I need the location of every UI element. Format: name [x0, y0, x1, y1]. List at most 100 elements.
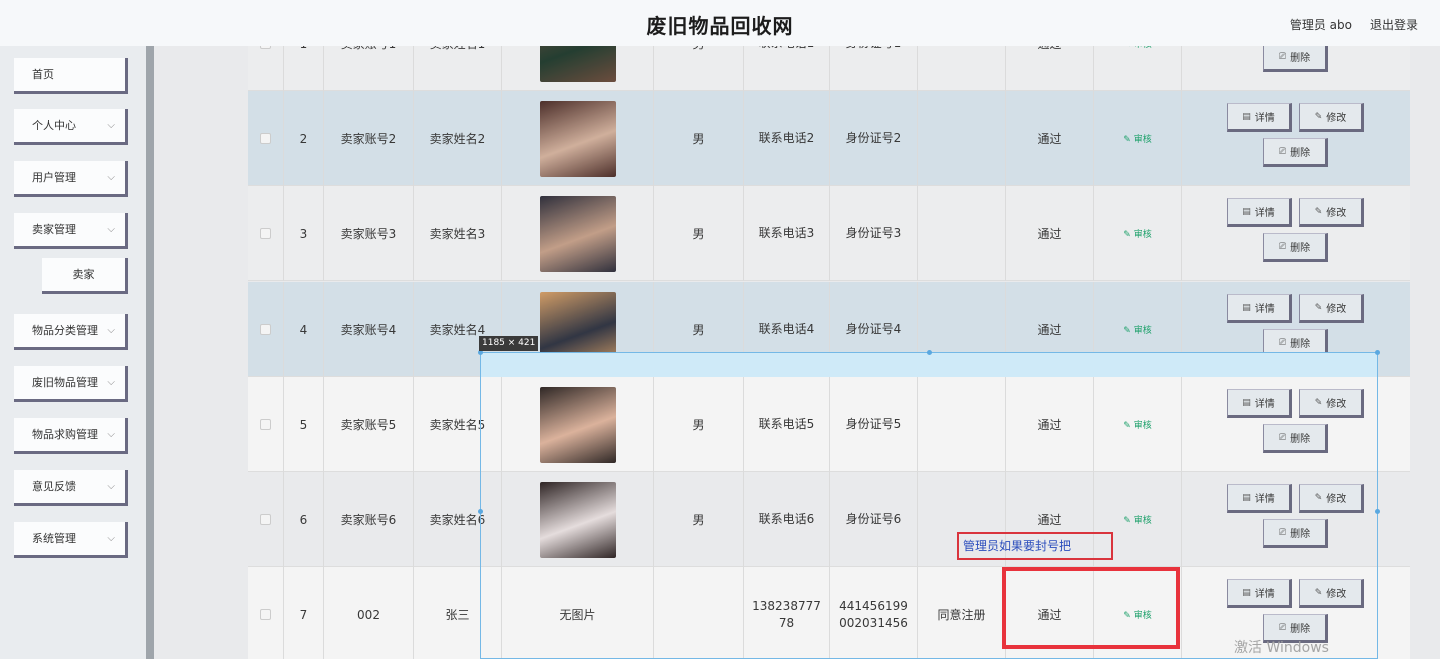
gender-cell [654, 567, 744, 659]
idcard-cell: 身份证号6 [830, 472, 918, 567]
detail-button[interactable]: ▤详情 [1227, 484, 1292, 513]
edit-button[interactable]: ✎修改 [1299, 294, 1364, 323]
document-icon: ▤ [1242, 302, 1251, 313]
sidebar-item-label: 物品求购管理 [32, 428, 98, 441]
row-checkbox[interactable] [260, 133, 271, 144]
account-cell: 卖家账号6 [324, 472, 414, 567]
phone-value: 联系电话5 [758, 417, 815, 431]
gender-cell: 男 [654, 186, 744, 281]
row-checkbox[interactable] [260, 324, 271, 335]
index-cell: 6 [284, 472, 324, 567]
audit-cell: ✎ 审核 [1094, 91, 1182, 186]
sidebar-item-label: 系统管理 [32, 532, 76, 545]
edit-icon: ✎ [1123, 326, 1134, 336]
sidebar-item[interactable]: 系统管理 ⌵ [14, 522, 128, 558]
phone-value: 联系电话4 [758, 322, 815, 336]
audit-link[interactable]: ✎ 审核 [1123, 418, 1151, 431]
row-checkbox[interactable] [260, 514, 271, 525]
actions-cell: ▤详情✎修改⎚删除 [1182, 472, 1410, 567]
row-checkbox-cell [248, 91, 284, 186]
edit-button[interactable]: ✎修改 [1299, 198, 1364, 227]
row-checkbox[interactable] [260, 419, 271, 430]
chevron-down-icon: ⌵ [107, 224, 115, 235]
table-row: 4 卖家账号4 卖家姓名4 男联系电话4 身份证号4 通过 ✎ 审核 ▤ 详情 ✎ 修改 ⎚ 删除 [248, 282, 1410, 377]
name-value: 卖家姓名5 [429, 418, 486, 432]
audit-cell: ✎ 审核 [1094, 282, 1182, 377]
pencil-icon: ✎ [1314, 492, 1323, 503]
delete-button[interactable]: ⎚ 删除 [1263, 329, 1328, 358]
audit-cell: ✎ 审核 [1094, 567, 1182, 659]
document-icon: ▤ [1242, 397, 1251, 408]
status-value: 通过 [1037, 227, 1062, 241]
delete-button[interactable]: ⎚ 删除 [1263, 43, 1328, 72]
row-checkbox[interactable] [260, 228, 271, 239]
sidebar-scrollbar[interactable] [146, 46, 154, 659]
actions-cell: ▤详情✎修改 ⎚删除 [1182, 91, 1410, 186]
sidebar-item[interactable]: 个人中心 ⌵ [14, 109, 128, 145]
inspector-size-label: 1185 × 421 [479, 336, 539, 351]
status-value: 通过 [1037, 323, 1062, 337]
phone-value: 联系电话6 [758, 512, 815, 526]
row-checkbox[interactable] [260, 609, 271, 620]
delete-button[interactable]: ⎚ 删除 [1263, 138, 1328, 167]
audit-link[interactable]: ✎ 审核 [1123, 132, 1151, 145]
seller-table: 1卖家账号1卖家姓名1男联系电话1身份证号1通过✎ 审核▤详情✎修改⎚删除2卖家… [248, 0, 1410, 659]
account-value: 卖家账号2 [340, 132, 397, 146]
status-value: 通过 [1037, 132, 1062, 146]
trash-icon: ⎚ [1278, 432, 1287, 443]
sidebar-item[interactable]: 物品求购管理 ⌵ [14, 418, 128, 454]
idcard-value: 身份证号4 [845, 322, 902, 336]
audit-link[interactable]: ✎ 审核 [1123, 227, 1151, 240]
delete-button[interactable]: ⎚ 删除 [1263, 233, 1328, 262]
detail-button[interactable]: ▤详情 [1227, 294, 1292, 323]
phone-cell: 13823877778 [744, 567, 830, 659]
gender-value: 男 [692, 418, 705, 432]
edit-icon: ✎ [1123, 135, 1134, 145]
sidebar-item[interactable]: 首页 [14, 58, 128, 94]
audit-link[interactable]: ✎ 审核 [1123, 513, 1151, 526]
edit-button[interactable]: ✎修改 [1299, 579, 1364, 608]
row-checkbox-cell [248, 186, 284, 281]
audit-link[interactable]: ✎ 审核 [1123, 323, 1151, 336]
delete-button[interactable]: ⎚ 删除 [1263, 424, 1328, 453]
audit-link[interactable]: ✎ 审核 [1123, 608, 1151, 621]
sidebar-item[interactable]: 卖家 [42, 258, 128, 294]
photo-cell [502, 91, 654, 186]
chevron-down-icon: ⌵ [107, 377, 115, 388]
sidebar-item[interactable]: 用户管理 ⌵ [14, 161, 128, 197]
sidebar-item[interactable]: 意见反馈 ⌵ [14, 470, 128, 506]
delete-button-label: 删除 [1290, 243, 1311, 254]
delete-button[interactable]: ⎚ 删除 [1263, 519, 1328, 548]
detail-button[interactable]: ▤详情 [1227, 198, 1292, 227]
sidebar-item[interactable]: 物品分类管理 ⌵ [14, 314, 128, 350]
phone-cell: 联系电话5 [744, 377, 830, 472]
idcard-cell: 身份证号5 [830, 377, 918, 472]
pencil-icon: ✎ [1314, 302, 1323, 313]
chevron-down-icon: ⌵ [107, 429, 115, 440]
table-row: 6 卖家账号6 卖家姓名6 男联系电话6 身份证号6 通过 ✎ 审核 ▤ 详情 ✎ 修改 ⎚ 删除 [248, 472, 1410, 567]
trash-icon: ⎚ [1278, 337, 1287, 348]
idcard-cell: 身份证号3 [830, 186, 918, 281]
idcard-value: 441456199002031456 [839, 598, 908, 630]
logout-link[interactable]: 退出登录 [1370, 16, 1418, 33]
account-cell: 002 [324, 567, 414, 659]
detail-button[interactable]: ▤详情 [1227, 579, 1292, 608]
edit-button[interactable]: ✎修改 [1299, 389, 1364, 418]
detail-button[interactable]: ▤详情 [1227, 103, 1292, 132]
phone-value: 联系电话3 [758, 226, 815, 240]
detail-button-label: 详情 [1254, 494, 1275, 505]
chevron-down-icon: ⌵ [107, 172, 115, 183]
sidebar-item-label: 首页 [32, 68, 54, 81]
status-cell: 通过 [1006, 567, 1094, 659]
phone-cell: 联系电话4 [744, 282, 830, 377]
detail-button[interactable]: ▤详情 [1227, 389, 1292, 418]
name-cell: 张三 [414, 567, 502, 659]
sidebar-item[interactable]: 卖家管理 ⌵ [14, 213, 128, 249]
name-value: 卖家姓名3 [429, 227, 486, 241]
edit-button-label: 修改 [1326, 494, 1347, 505]
sidebar-item-label: 用户管理 [32, 171, 76, 184]
edit-button[interactable]: ✎修改 [1299, 103, 1364, 132]
edit-button[interactable]: ✎修改 [1299, 484, 1364, 513]
index-value: 3 [299, 226, 308, 241]
sidebar-item[interactable]: 废旧物品管理 ⌵ [14, 366, 128, 402]
